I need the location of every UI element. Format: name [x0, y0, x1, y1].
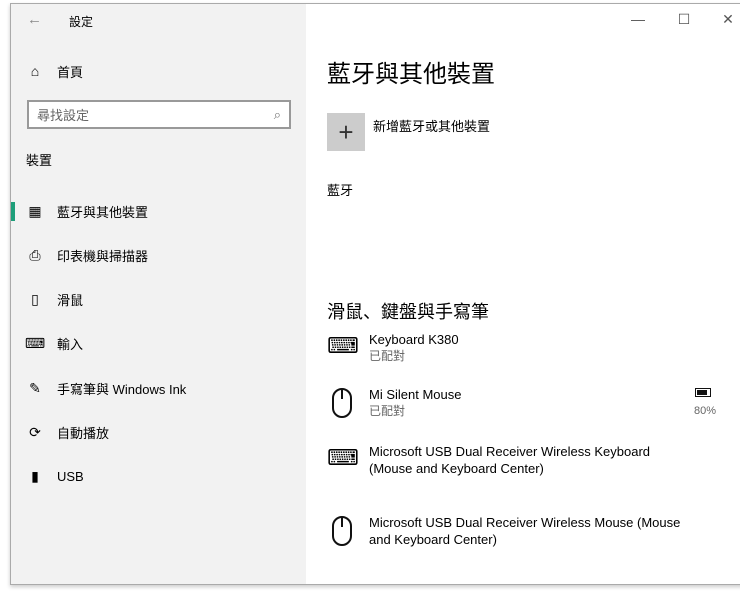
mouse-icon: ▯	[31, 290, 39, 307]
search-input[interactable]: 尋找設定 ⌕	[27, 100, 291, 129]
search-icon: ⌕	[273, 106, 281, 122]
nav-label: USB	[57, 468, 84, 484]
add-device-label[interactable]: 新增藍牙或其他裝置	[373, 116, 490, 135]
back-arrow-icon[interactable]: ←	[27, 11, 42, 28]
sidebar-item-printers[interactable]: ⎙ 印表機與掃描器	[11, 235, 306, 275]
home-label: 首頁	[57, 64, 84, 80]
device-status: 已配對	[369, 349, 406, 363]
keyboard-icon: ⌨	[327, 333, 359, 358]
sidebar-item-usb[interactable]: ▮ USB	[11, 456, 306, 496]
maximize-button[interactable]: ☐	[661, 4, 707, 34]
battery-level: 80%	[694, 405, 717, 417]
device-name-line2: (Mouse and Keyboard Center)	[369, 461, 544, 476]
pen-icon: ✎	[29, 379, 41, 396]
sidebar-item-pen[interactable]: ✎ 手寫筆與 Windows Ink	[11, 368, 306, 408]
sidebar-item-typing[interactable]: ⌨ 輸入	[11, 323, 306, 363]
battery-icon	[695, 388, 711, 397]
section-heading: 裝置	[26, 153, 53, 168]
keyboard-icon: ⌨	[24, 334, 46, 351]
device-item[interactable]: ⌨ Microsoft USB Dual Receiver Wireless Ke…	[327, 443, 650, 477]
device-name: Mi Silent Mouse	[369, 387, 462, 402]
window-title: 設定	[69, 15, 94, 29]
home-icon: ⌂	[30, 63, 40, 79]
plus-icon: +	[338, 116, 354, 147]
sidebar-item-bluetooth[interactable]: ▦ 藍牙與其他裝置	[11, 191, 306, 231]
nav-label: 藍牙與其他裝置	[57, 204, 149, 220]
section-title: 滑鼠、鍵盤與手寫筆	[327, 302, 489, 322]
autoplay-icon: ⟳	[29, 423, 41, 440]
mouse-icon	[327, 514, 369, 548]
sidebar-item-autoplay[interactable]: ⟳ 自動播放	[11, 412, 306, 452]
nav-label: 輸入	[57, 336, 84, 352]
close-button[interactable]: ✕	[705, 4, 740, 34]
nav-label: 手寫筆與 Windows Ink	[57, 381, 187, 397]
search-placeholder: 尋找設定	[37, 108, 90, 123]
device-status: 已配對	[369, 404, 406, 418]
nav-label: 印表機與掃描器	[57, 248, 149, 264]
nav-label: 自動播放	[57, 425, 110, 441]
add-device-button[interactable]: +	[327, 113, 365, 151]
keyboard-icon: ⌨	[327, 445, 359, 470]
device-item[interactable]: ⌨ Keyboard K380 已配對	[327, 331, 459, 365]
page-title: 藍牙與其他裝置	[327, 61, 495, 88]
device-name: Microsoft USB Dual Receiver Wireless Mou…	[369, 515, 681, 530]
device-item[interactable]: Mi Silent Mouse 已配對	[327, 386, 461, 420]
mouse-icon	[327, 386, 369, 420]
printer-icon: ⎙	[29, 246, 41, 263]
bluetooth-devices-icon: ▦	[28, 202, 42, 219]
device-item[interactable]: Microsoft USB Dual Receiver Wireless Mou…	[327, 514, 680, 548]
bluetooth-label: 藍牙	[327, 183, 354, 198]
device-name-line2: and Keyboard Center)	[369, 532, 497, 547]
sidebar-item-mouse[interactable]: ▯ 滑鼠	[11, 279, 306, 319]
sidebar: ← 設定 ⌂ 首頁 尋找設定 ⌕ 裝置 ▦ 藍牙與其他裝置 ⎙ 印表機與掃描器 ▯ 滑鼠 …	[11, 4, 306, 584]
device-name: Microsoft USB Dual Receiver Wireless Key…	[369, 444, 651, 459]
device-name: Keyboard K380	[369, 332, 459, 347]
nav-label: 滑鼠	[57, 292, 84, 308]
sidebar-item-home[interactable]: ⌂ 首頁	[11, 51, 306, 91]
settings-window: ← 設定 ⌂ 首頁 尋找設定 ⌕ 裝置 ▦ 藍牙與其他裝置 ⎙ 印表機與掃描器 ▯ 滑鼠 …	[10, 3, 740, 585]
minimize-button[interactable]: —	[615, 4, 661, 34]
usb-icon: ▮	[31, 467, 39, 484]
